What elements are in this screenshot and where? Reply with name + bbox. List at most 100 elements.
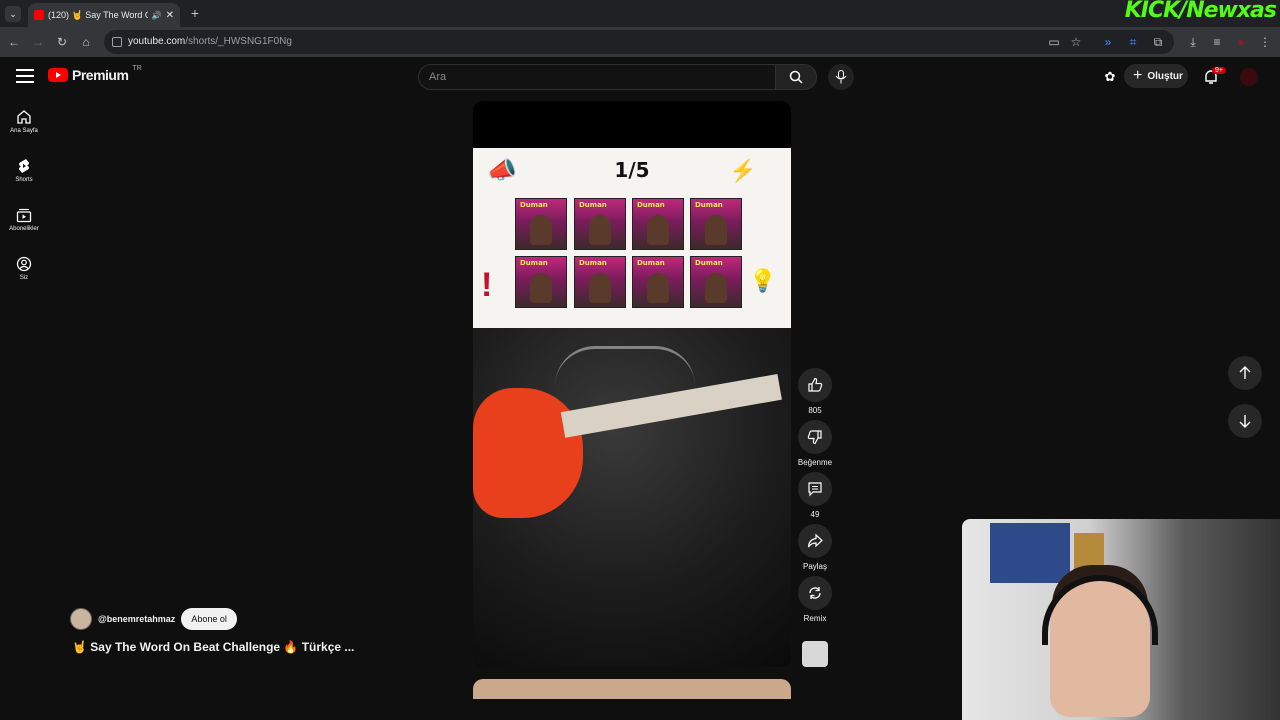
url-host: youtube.com <box>128 36 186 47</box>
word-card: Duman <box>632 256 684 308</box>
extension-a-icon[interactable]: » <box>1100 34 1116 50</box>
channel-name[interactable]: @benemretahmaz <box>98 614 175 624</box>
remix-icon <box>809 587 821 599</box>
search-button[interactable] <box>775 64 817 90</box>
microphone-icon <box>835 70 847 84</box>
tab-search-icon[interactable]: ⌄ <box>5 6 21 22</box>
yt-extension-icon[interactable]: ✿ <box>1102 69 1118 85</box>
extensions-icon[interactable]: ⧉ <box>1150 34 1166 50</box>
channel-avatar[interactable] <box>70 608 92 630</box>
channel-row: @benemretahmaz Abone ol <box>70 608 237 630</box>
profile-icon[interactable]: ● <box>1233 34 1249 50</box>
create-label: Oluştur <box>1147 70 1183 82</box>
browser-menu-icon[interactable]: ⋮ <box>1257 34 1273 50</box>
remix-label: Remix <box>803 614 827 623</box>
word-card-label: Duman <box>695 259 723 267</box>
round-counter: 1/5 <box>614 158 650 182</box>
sidebar-item-label: Ana Sayfa <box>10 128 38 134</box>
reload-icon[interactable]: ↻ <box>54 34 70 50</box>
shorts-video-player[interactable]: 📣 ⚡ ! 💡 1/5 Duman Duman Duman Duman Duman Dum… <box>473 101 791 667</box>
word-card-label: Duman <box>579 201 607 209</box>
sidebar-item-label: Abonelikler <box>9 226 39 232</box>
search-box[interactable] <box>418 64 776 90</box>
sidebar-item-home[interactable]: Ana Sayfa <box>0 109 48 134</box>
plus-icon: + <box>1133 67 1143 84</box>
short-title[interactable]: 🤘 Say The Word On Beat Challenge 🔥 Türkç… <box>72 640 354 654</box>
share-button[interactable]: Paylaş <box>798 524 832 571</box>
sidebar-item-label: Shorts <box>15 177 33 183</box>
notification-count-badge: 9+ <box>1212 67 1226 74</box>
word-card-label: Duman <box>520 259 548 267</box>
create-button[interactable]: + Oluştur <box>1124 64 1188 88</box>
video-overlay-game-board: 📣 ⚡ ! 💡 1/5 Duman Duman Duman Duman Duman Dum… <box>473 148 791 328</box>
audio-playing-icon[interactable]: 🔊 <box>152 11 162 20</box>
word-card: Duman <box>632 198 684 250</box>
url-text: youtube.com/shorts/_HWSNG1F0Ng <box>128 36 292 47</box>
search-icon <box>789 70 803 84</box>
arrow-up-icon <box>1239 366 1251 379</box>
previous-short-button[interactable] <box>1228 356 1262 390</box>
browser-toolbar: ← → ↻ ⌂ youtube.com/shorts/_HWSNG1F0Ng ▭… <box>0 27 1280 57</box>
word-card-label: Duman <box>520 201 548 209</box>
media-list-icon[interactable]: ≡ <box>1209 34 1225 50</box>
cast-icon[interactable]: ▭ <box>1046 34 1062 50</box>
hamburger-menu-icon[interactable] <box>16 69 34 83</box>
voice-search-button[interactable] <box>828 64 854 90</box>
word-card-label: Duman <box>695 201 723 209</box>
sidebar-item-subscriptions[interactable]: Abonelikler <box>0 207 48 232</box>
youtube-favicon-icon <box>34 10 44 20</box>
subscribe-button[interactable]: Abone ol <box>181 608 237 630</box>
thumbs-up-icon <box>808 377 823 392</box>
comment-count: 49 <box>810 510 820 519</box>
guitar-video-frame <box>473 328 791 667</box>
browser-tab-strip: ⌄ (120) 🤘 Say The Word On | 🔊 ✕ + KICK/N… <box>0 0 1280 27</box>
translate-icon[interactable]: ⌗ <box>1125 34 1141 50</box>
dislike-button[interactable]: Beğenme <box>795 420 835 467</box>
bookmark-star-icon[interactable]: ☆ <box>1068 34 1084 50</box>
search-input[interactable] <box>429 71 759 83</box>
arrow-down-icon <box>1239 415 1251 428</box>
home-browser-icon[interactable]: ⌂ <box>78 34 94 50</box>
word-card-face <box>530 273 552 303</box>
sidebar-item-you[interactable]: Siz <box>0 256 48 281</box>
remix-button[interactable]: Remix <box>798 576 832 623</box>
url-path: /shorts/_HWSNG1F0Ng <box>185 36 292 47</box>
share-label: Paylaş <box>802 562 827 571</box>
next-short-preview[interactable] <box>473 679 791 699</box>
word-card-face <box>589 273 611 303</box>
forward-icon[interactable]: → <box>30 34 46 50</box>
word-card: Duman <box>515 256 567 308</box>
kick-overlay-logo: KICK/Newxas <box>1124 0 1277 23</box>
word-card-face <box>647 215 669 245</box>
user-avatar[interactable] <box>1240 68 1258 86</box>
site-info-icon[interactable] <box>112 37 122 47</box>
word-card-face <box>705 215 727 245</box>
comments-button[interactable]: 49 <box>798 472 832 519</box>
like-count: 805 <box>808 406 822 415</box>
sidebar-item-shorts[interactable]: Shorts <box>0 158 48 183</box>
logo-text: Premium <box>72 67 129 83</box>
shirt-print <box>555 346 695 386</box>
like-button[interactable]: 805 <box>798 368 832 415</box>
dislike-label: Beğenme <box>797 458 833 467</box>
new-tab-button[interactable]: + <box>188 6 202 20</box>
word-card-face <box>705 273 727 303</box>
youtube-play-icon <box>48 68 68 82</box>
audio-source-thumbnail[interactable] <box>802 641 828 667</box>
youtube-premium-logo[interactable]: Premium TR <box>48 64 142 83</box>
word-card-face <box>589 215 611 245</box>
comment-icon <box>808 482 822 497</box>
next-short-button[interactable] <box>1228 404 1262 438</box>
word-card: Duman <box>515 198 567 250</box>
home-icon <box>17 110 31 124</box>
address-bar[interactable]: youtube.com/shorts/_HWSNG1F0Ng <box>104 30 1174 54</box>
streamer-webcam-overlay <box>962 519 1280 720</box>
word-card: Duman <box>574 198 626 250</box>
tab-close-icon[interactable]: ✕ <box>166 10 174 21</box>
back-icon[interactable]: ← <box>6 34 22 50</box>
word-card-face <box>647 273 669 303</box>
browser-tab[interactable]: (120) 🤘 Say The Word On | 🔊 ✕ <box>28 3 180 27</box>
wall-poster <box>990 523 1070 583</box>
region-code: TR <box>132 64 142 72</box>
download-icon[interactable]: ⤓ <box>1185 34 1201 50</box>
